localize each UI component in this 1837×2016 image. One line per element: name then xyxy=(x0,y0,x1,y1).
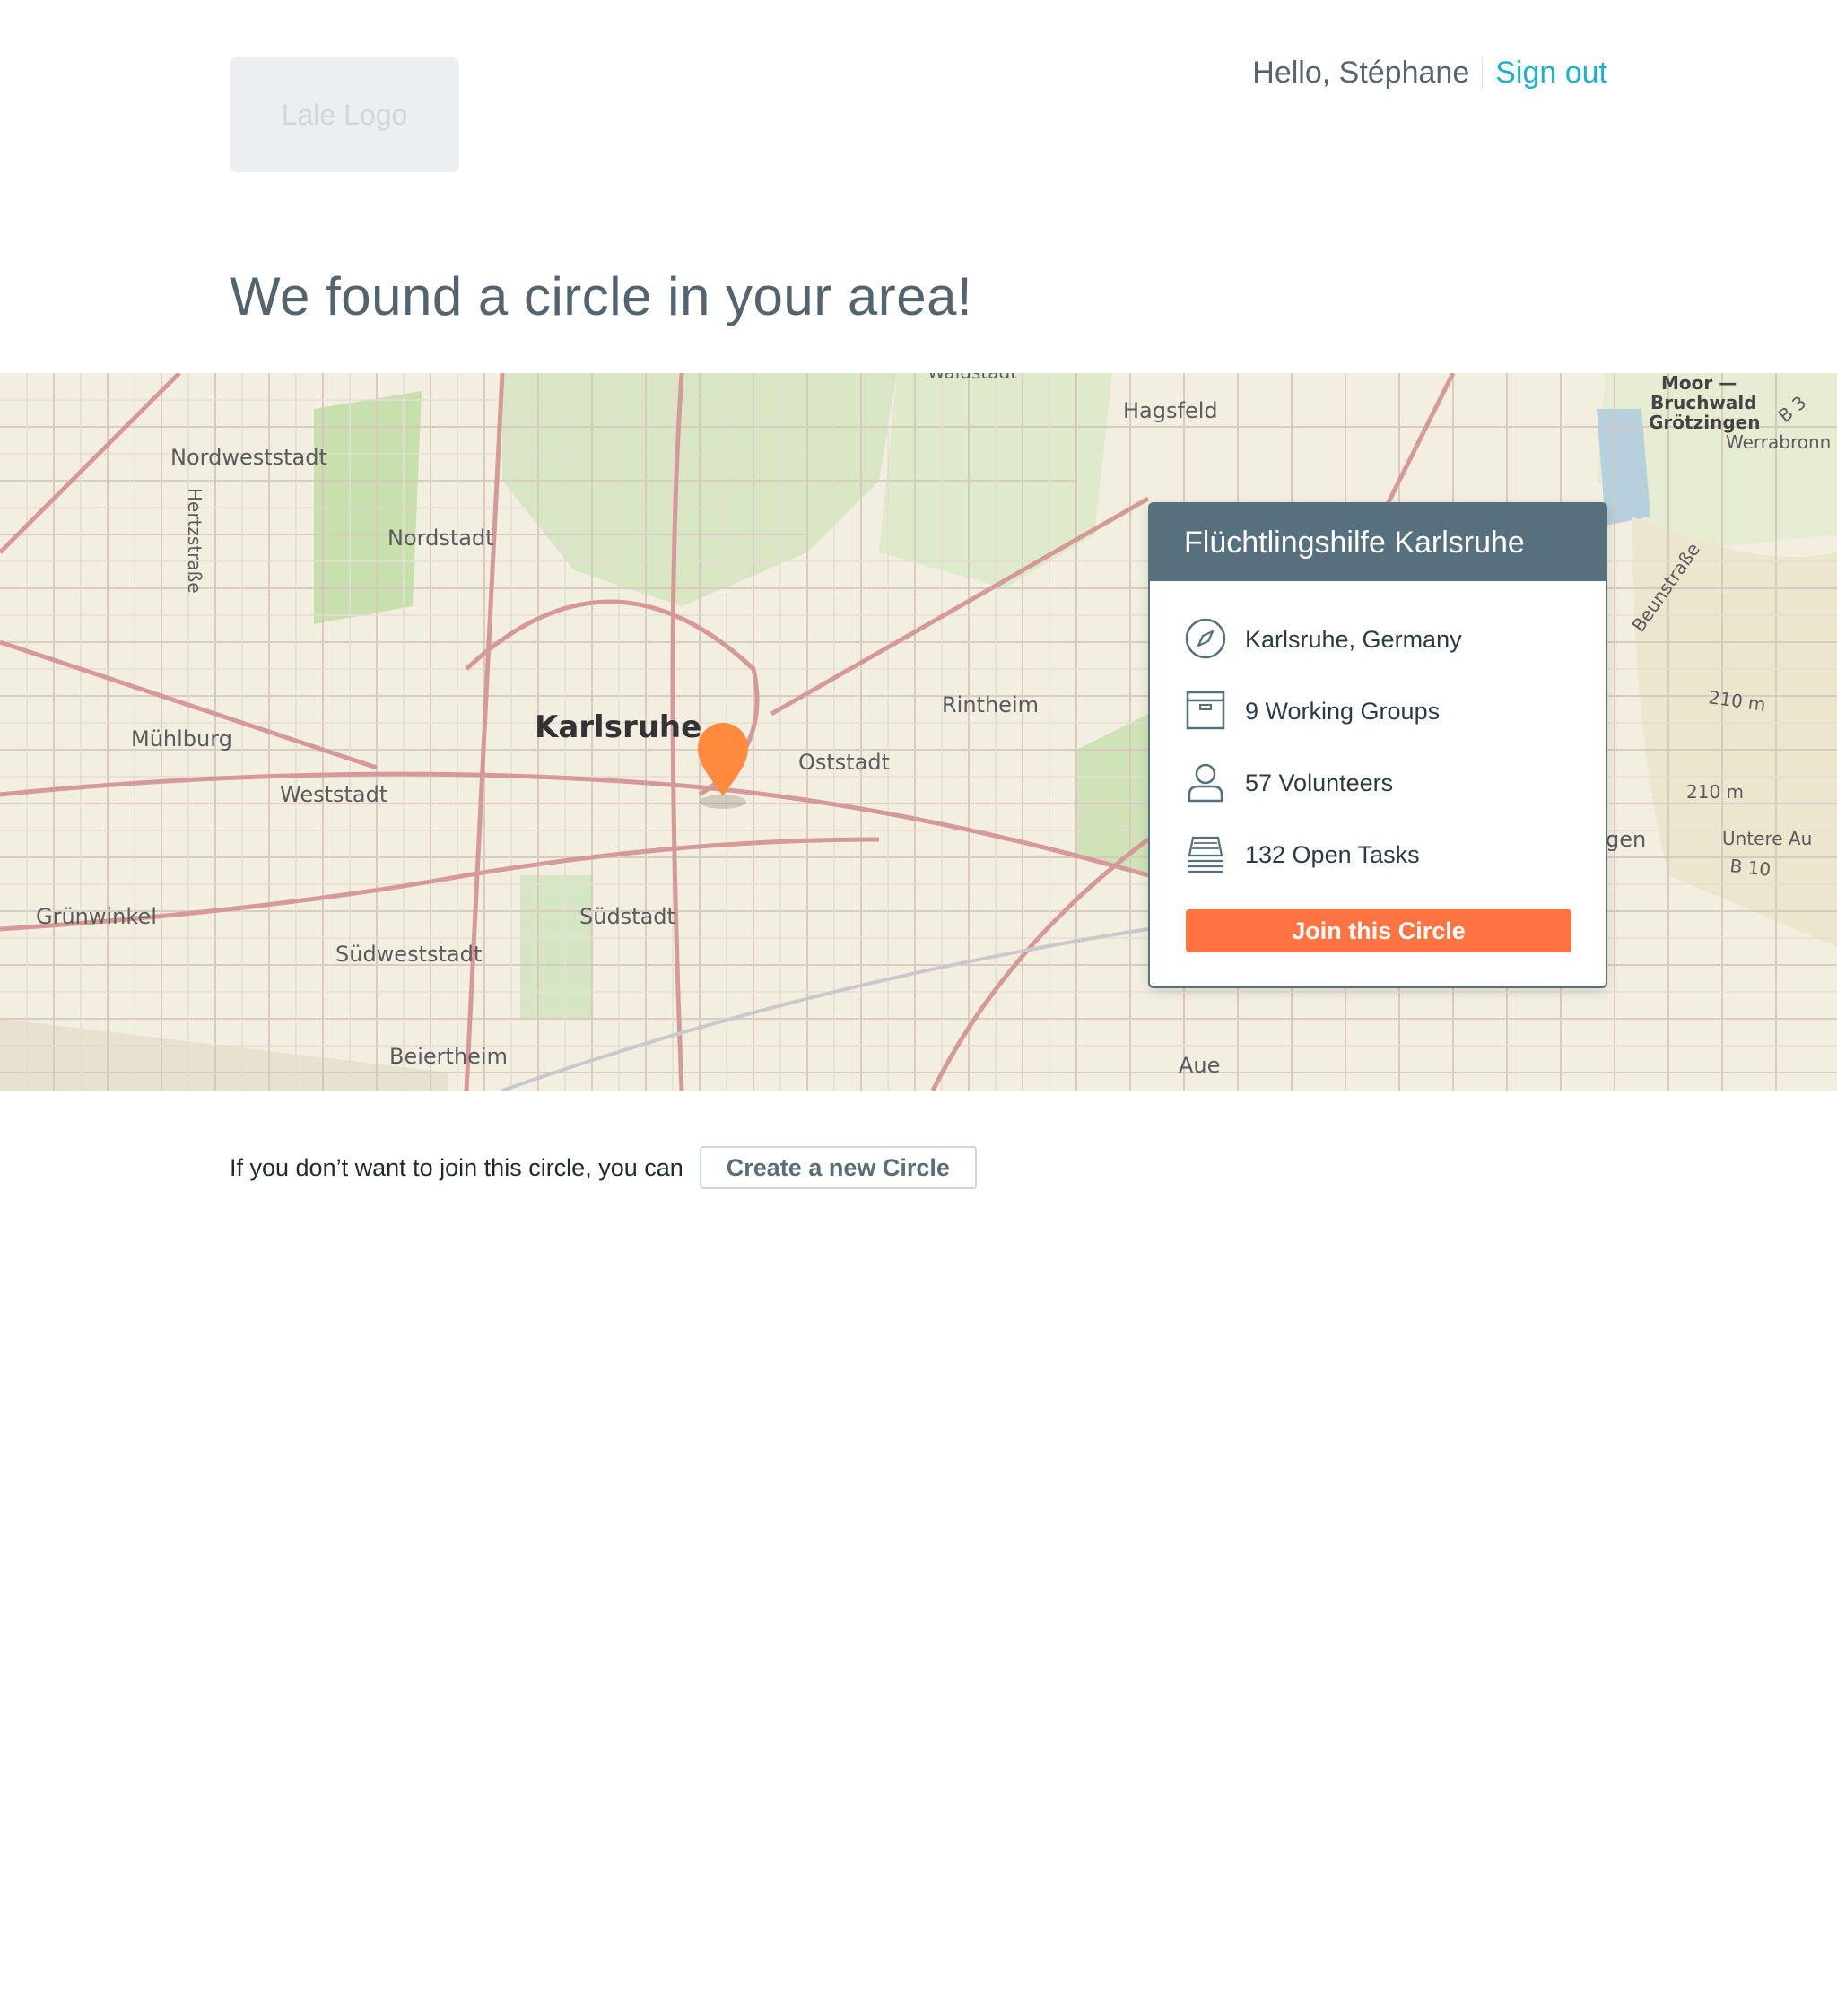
map-label-karlsruhe: Karlsruhe xyxy=(535,709,701,745)
map-label-untere-au: Untere Au xyxy=(1722,828,1812,849)
greeting: Hello, Stéphane xyxy=(1252,56,1470,90)
map-view[interactable]: Nordweststadt Nordstadt Hertzstraße Mühl… xyxy=(0,373,1837,1091)
circle-tasks-row: 132 Open Tasks xyxy=(1184,832,1420,877)
circle-info-card: Flüchtlingshilfe Karlsruhe Karlsruhe, Ge… xyxy=(1148,502,1607,988)
map-label-gen: gen xyxy=(1606,827,1646,852)
join-circle-button[interactable]: Join this Circle xyxy=(1186,909,1571,952)
circle-working-groups: 9 Working Groups xyxy=(1245,697,1441,725)
map-label-gruenwinkel: Grünwinkel xyxy=(36,904,157,929)
map-label-nordweststadt: Nordweststadt xyxy=(170,445,327,470)
create-circle-prompt: If you don’t want to join this circle, y… xyxy=(230,1146,977,1189)
create-circle-text: If you don’t want to join this circle, y… xyxy=(230,1153,683,1181)
page-title: We found a circle in your area! xyxy=(230,266,973,326)
map-label-werrabronn: Werrabronn xyxy=(1726,431,1831,453)
stack-icon xyxy=(1184,832,1229,877)
circle-title: Flüchtlingshilfe Karlsruhe xyxy=(1184,525,1525,560)
map-label-suedstadt: Südstadt xyxy=(579,904,675,929)
map-label-b10: B 10 xyxy=(1728,855,1772,881)
map-label-rintheim: Rintheim xyxy=(942,692,1039,717)
circle-card-header: Flüchtlingshilfe Karlsruhe xyxy=(1150,504,1606,581)
user-nav: Hello, Stéphane Sign out xyxy=(1252,56,1607,91)
logo-text: Lale Logo xyxy=(281,98,408,131)
map-label-beiertheim: Beiertheim xyxy=(389,1044,508,1069)
map-label-aue: Aue xyxy=(1179,1053,1220,1078)
map-label-hertzstrasse: Hertzstraße xyxy=(184,488,205,594)
map-label-muehlburg: Mühlburg xyxy=(131,726,232,752)
map-label-groetzingen: Grötzingen xyxy=(1649,412,1760,433)
create-circle-button[interactable]: Create a new Circle xyxy=(699,1146,977,1189)
circle-volunteers: 57 Volunteers xyxy=(1245,769,1394,796)
circle-volunteers-row: 57 Volunteers xyxy=(1184,760,1393,805)
person-icon xyxy=(1184,760,1229,805)
circle-location: Karlsruhe, Germany xyxy=(1245,625,1462,653)
map-label-moor: Moor — xyxy=(1661,373,1737,394)
circle-location-row: Karlsruhe, Germany xyxy=(1184,617,1462,662)
logo-placeholder[interactable]: Lale Logo xyxy=(230,57,459,172)
map-label-hagsfeld: Hagsfeld xyxy=(1123,398,1218,423)
map-label-bruchwald: Bruchwald xyxy=(1650,392,1757,413)
map-label-nordstadt: Nordstadt xyxy=(387,526,494,551)
archive-box-icon xyxy=(1184,689,1229,734)
sign-out-link[interactable]: Sign out xyxy=(1495,56,1607,91)
map-label-oststadt: Oststadt xyxy=(798,750,890,775)
compass-icon xyxy=(1184,617,1229,662)
map-label-elevation-2: 210 m xyxy=(1686,781,1744,803)
map-label-weststadt: Weststadt xyxy=(280,782,387,807)
circle-open-tasks: 132 Open Tasks xyxy=(1245,840,1420,868)
circle-groups-row: 9 Working Groups xyxy=(1184,689,1440,734)
map-label-waldstadt: Waldstadt xyxy=(927,373,1017,383)
nav-divider xyxy=(1482,57,1484,89)
map-label-suedweststadt: Südweststadt xyxy=(335,942,482,967)
